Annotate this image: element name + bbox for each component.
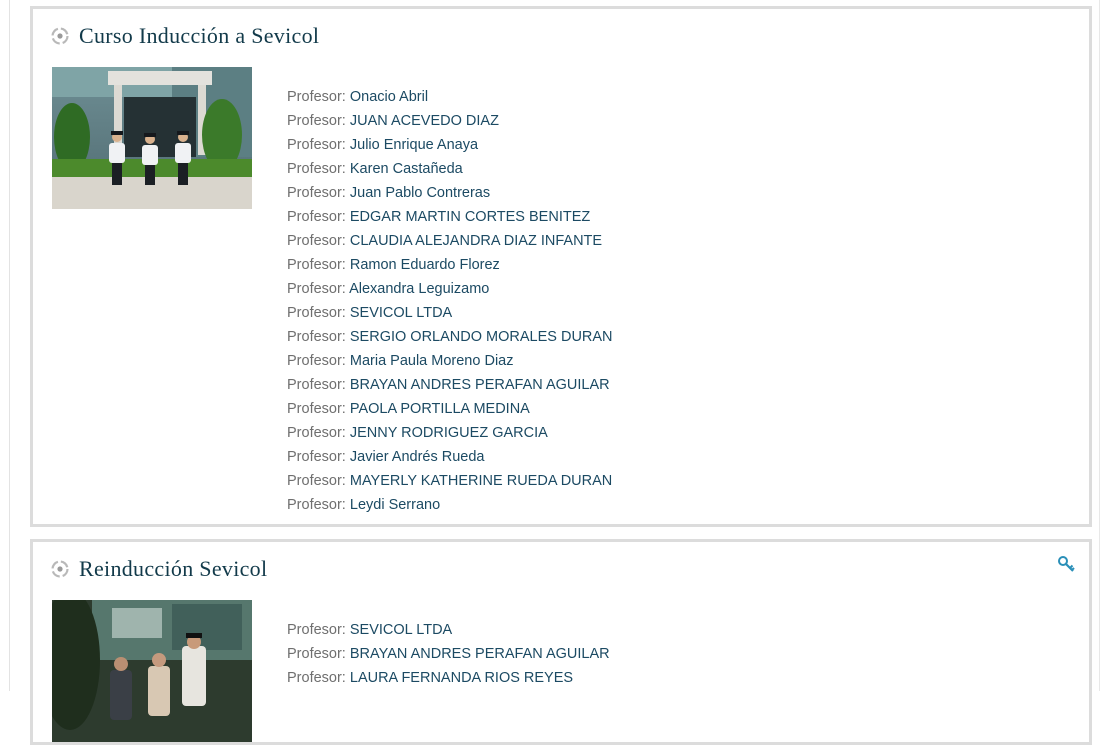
left-border (9, 0, 10, 691)
teacher-item: Profesor: Ramon Eduardo Florez (287, 253, 613, 277)
right-border (1099, 0, 1100, 691)
teacher-label: Profesor: (287, 425, 346, 441)
course-title-link[interactable]: Curso Inducción a Sevicol (79, 23, 319, 49)
teacher-label: Profesor: (287, 473, 346, 489)
teacher-name-link[interactable]: LAURA FERNANDA RIOS REYES (350, 670, 573, 686)
teacher-label: Profesor: (287, 401, 346, 417)
teacher-label: Profesor: (287, 113, 346, 129)
teacher-item: Profesor: Maria Paula Moreno Diaz (287, 349, 613, 373)
teacher-list: Profesor: Onacio Abril Profesor: JUAN AC… (287, 85, 613, 517)
course-header: Reinducción Sevicol (51, 552, 267, 586)
teacher-item: Profesor: SEVICOL LTDA (287, 618, 610, 642)
teacher-item: Profesor: LAURA FERNANDA RIOS REYES (287, 666, 610, 690)
teacher-name-link[interactable]: Julio Enrique Anaya (350, 137, 478, 153)
teacher-name-link[interactable]: SEVICOL LTDA (350, 305, 452, 321)
teacher-name-link[interactable]: Javier Andrés Rueda (350, 449, 485, 465)
teacher-item: Profesor: Karen Castañeda (287, 157, 613, 181)
teacher-item: Profesor: CLAUDIA ALEJANDRA DIAZ INFANTE (287, 229, 613, 253)
teacher-label: Profesor: (287, 257, 346, 273)
course-box: Curso Inducción a Sevicol Profesor: Onac… (30, 6, 1092, 527)
teacher-item: Profesor: Alexandra Leguizamo (287, 277, 613, 301)
teacher-label: Profesor: (287, 233, 346, 249)
teacher-item: Profesor: MAYERLY KATHERINE RUEDA DURAN (287, 469, 613, 493)
course-header: Curso Inducción a Sevicol (51, 19, 319, 53)
teacher-item: Profesor: Juan Pablo Contreras (287, 181, 613, 205)
teacher-name-link[interactable]: BRAYAN ANDRES PERAFAN AGUILAR (350, 646, 610, 662)
teacher-label: Profesor: (287, 305, 346, 321)
teacher-label: Profesor: (287, 89, 346, 105)
teacher-item: Profesor: PAOLA PORTILLA MEDINA (287, 397, 613, 421)
course-title-link[interactable]: Reinducción Sevicol (79, 556, 267, 582)
teacher-name-link[interactable]: Onacio Abril (350, 89, 428, 105)
teacher-label: Profesor: (287, 209, 346, 225)
teacher-name-link[interactable]: Alexandra Leguizamo (349, 281, 489, 297)
teacher-label: Profesor: (287, 329, 346, 345)
teacher-name-link[interactable]: Juan Pablo Contreras (350, 185, 490, 201)
teacher-name-link[interactable]: JENNY RODRIGUEZ GARCIA (350, 425, 548, 441)
guards-at-entrance-photo[interactable] (52, 67, 252, 209)
teacher-item: Profesor: Leydi Serrano (287, 493, 613, 517)
teacher-name-link[interactable]: MAYERLY KATHERINE RUEDA DURAN (350, 473, 612, 489)
teacher-name-link[interactable]: CLAUDIA ALEJANDRA DIAZ INFANTE (350, 233, 602, 249)
course-icon (51, 560, 69, 578)
teacher-item: Profesor: JENNY RODRIGUEZ GARCIA (287, 421, 613, 445)
teacher-name-link[interactable]: JUAN ACEVEDO DIAZ (350, 113, 499, 129)
teacher-name-link[interactable]: Maria Paula Moreno Diaz (350, 353, 514, 369)
teacher-label: Profesor: (287, 137, 346, 153)
teacher-list: Profesor: SEVICOL LTDA Profesor: BRAYAN … (287, 618, 610, 690)
teacher-name-link[interactable]: BRAYAN ANDRES PERAFAN AGUILAR (350, 377, 610, 393)
teacher-name-link[interactable]: Leydi Serrano (350, 497, 440, 513)
teacher-item: Profesor: JUAN ACEVEDO DIAZ (287, 109, 613, 133)
teacher-name-link[interactable]: Karen Castañeda (350, 161, 463, 177)
teacher-name-link[interactable]: PAOLA PORTILLA MEDINA (350, 401, 530, 417)
teacher-item: Profesor: Javier Andrés Rueda (287, 445, 613, 469)
teacher-label: Profesor: (287, 646, 346, 662)
teacher-item: Profesor: BRAYAN ANDRES PERAFAN AGUILAR (287, 373, 613, 397)
course-icon (51, 27, 69, 45)
teacher-label: Profesor: (287, 622, 346, 638)
teacher-item: Profesor: Julio Enrique Anaya (287, 133, 613, 157)
teacher-name-link[interactable]: SEVICOL LTDA (350, 622, 452, 638)
teacher-label: Profesor: (287, 353, 346, 369)
teacher-label: Profesor: (287, 497, 346, 513)
teacher-item: Profesor: SEVICOL LTDA (287, 301, 613, 325)
teacher-label: Profesor: (287, 670, 346, 686)
teacher-name-link[interactable]: SERGIO ORLANDO MORALES DURAN (350, 329, 613, 345)
teacher-item: Profesor: BRAYAN ANDRES PERAFAN AGUILAR (287, 642, 610, 666)
course-box: Reinducción Sevicol Profesor: SEVICOL LT… (30, 539, 1092, 745)
teacher-label: Profesor: (287, 377, 346, 393)
teacher-label: Profesor: (287, 281, 346, 297)
teacher-label: Profesor: (287, 449, 346, 465)
teacher-item: Profesor: EDGAR MARTIN CORTES BENITEZ (287, 205, 613, 229)
teacher-name-link[interactable]: Ramon Eduardo Florez (350, 257, 500, 273)
teacher-label: Profesor: (287, 161, 346, 177)
teacher-item: Profesor: SERGIO ORLANDO MORALES DURAN (287, 325, 613, 349)
teacher-name-link[interactable]: EDGAR MARTIN CORTES BENITEZ (350, 209, 590, 225)
key-icon[interactable] (1057, 555, 1075, 573)
teacher-item: Profesor: Onacio Abril (287, 85, 613, 109)
guard-greeting-visitors-photo[interactable] (52, 600, 252, 742)
teacher-label: Profesor: (287, 185, 346, 201)
